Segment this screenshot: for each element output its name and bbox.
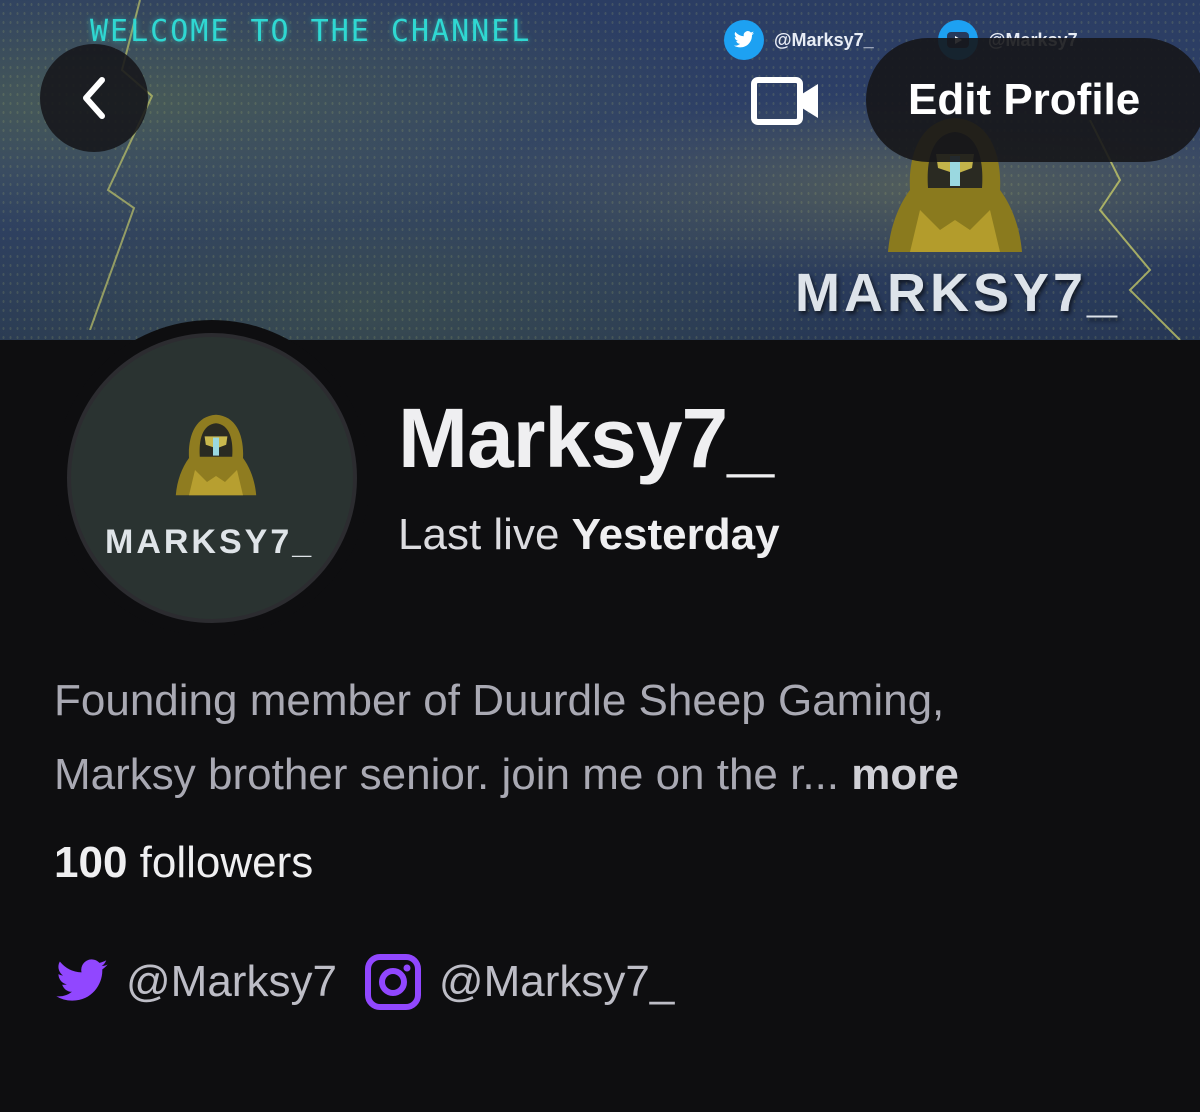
banner-twitter-handle: @Marksy7_ xyxy=(774,29,874,50)
avatar: MARKSY7_ xyxy=(54,320,370,636)
chevron-left-icon xyxy=(83,77,105,119)
edit-profile-button[interactable]: Edit Profile xyxy=(866,38,1200,162)
avatar-logo-text: MARKSY7_ xyxy=(105,523,315,561)
bio-more-link[interactable]: more xyxy=(851,750,959,799)
last-live-value: Yesterday xyxy=(571,510,780,559)
last-live-status: Last live Yesterday xyxy=(398,510,780,560)
bio-line: Founding member of Duurdle Sheep Gaming, xyxy=(54,676,945,725)
last-live-label: Last live xyxy=(398,510,560,559)
social-link-twitter[interactable]: @Marksy7 xyxy=(54,957,337,1007)
back-button[interactable] xyxy=(40,44,148,152)
channel-username: Marksy7_ xyxy=(398,391,774,485)
banner-logo-text: MARKSY7_ xyxy=(795,263,1122,323)
social-link-instagram[interactable]: @Marksy7_ xyxy=(363,952,674,1012)
bio-line: Marksy brother senior. join me on the r.… xyxy=(54,750,840,799)
avatar-image: MARKSY7_ xyxy=(67,333,357,623)
hooded-figure-emblem xyxy=(175,414,257,496)
twitter-icon xyxy=(56,959,108,1001)
channel-bio: Founding member of Duurdle Sheep Gaming,… xyxy=(54,664,1174,812)
instagram-icon xyxy=(364,954,421,1010)
social-handle: @Marksy7_ xyxy=(438,957,675,1006)
banner-welcome-text: WELCOME TO THE CHANNEL xyxy=(90,14,532,49)
social-handle: @Marksy7 xyxy=(126,957,337,1006)
followers-label: followers xyxy=(139,838,314,887)
followers-number: 100 xyxy=(54,838,128,887)
twitter-icon xyxy=(724,20,764,60)
social-links: @Marksy7 @Marksy7_ xyxy=(54,952,674,1012)
video-camera-icon xyxy=(751,77,818,125)
banner-twitter: @Marksy7_ xyxy=(724,20,874,60)
followers-count[interactable]: 100 followers xyxy=(54,838,313,888)
video-button[interactable] xyxy=(748,72,824,130)
